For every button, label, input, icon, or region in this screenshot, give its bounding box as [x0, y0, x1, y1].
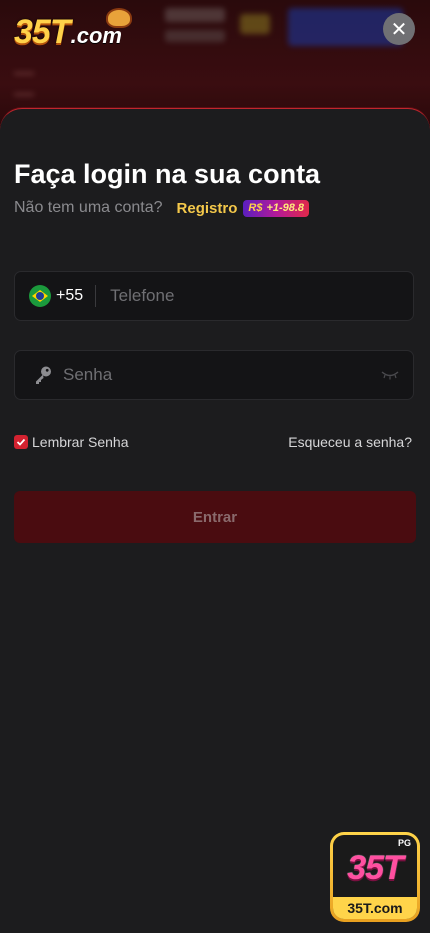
bg-menu-icon [14, 72, 34, 96]
brand-logo: 35T .com [14, 8, 132, 52]
app-badge-logo: 35T [347, 849, 404, 887]
register-link[interactable]: Registro [177, 200, 238, 217]
brand-logo-main: 35T [14, 13, 71, 51]
page-title: Faça login na sua conta [14, 159, 321, 189]
field-divider [95, 285, 97, 307]
phone-field: +55 [14, 271, 414, 321]
brazil-flag-icon[interactable] [29, 285, 51, 307]
app-promo-badge[interactable]: PG 35T 35T.com [330, 832, 420, 922]
phone-input[interactable] [108, 285, 413, 307]
register-prompt: Não tem uma conta? Registro R$ +1-98.8 [14, 197, 310, 219]
country-code[interactable]: +55 [56, 287, 83, 305]
bonus-badge: R$ +1-98.8 [243, 199, 310, 217]
app-promo-inner: PG 35T 35T.com [333, 835, 417, 919]
no-account-text: Não tem uma conta? [14, 199, 163, 216]
remember-password-label: Lembrar Senha [32, 434, 129, 450]
bg-icon-block [240, 14, 270, 34]
bg-text-block [165, 30, 225, 42]
login-submit-button[interactable]: Entrar [14, 491, 416, 543]
login-modal: Faça login na sua conta Não tem uma cont… [0, 108, 430, 933]
mascot-icon [106, 8, 132, 28]
close-button[interactable]: ✕ [383, 13, 415, 45]
password-field [14, 350, 414, 400]
bonus-currency: R$ [248, 202, 263, 214]
bg-text-block [165, 8, 225, 22]
checkbox-checked-icon[interactable] [14, 435, 28, 449]
key-icon [36, 366, 51, 384]
remember-password-toggle[interactable]: Lembrar Senha [14, 434, 129, 450]
bonus-value: +1-98.8 [266, 202, 305, 214]
pg-tag: PG [397, 838, 411, 848]
password-input[interactable] [61, 364, 381, 386]
app-badge-domain: 35T.com [333, 897, 417, 919]
close-icon: ✕ [390, 17, 408, 41]
eye-closed-icon[interactable] [381, 370, 399, 380]
forgot-password-link[interactable]: Esqueceu a senha? [288, 434, 412, 450]
